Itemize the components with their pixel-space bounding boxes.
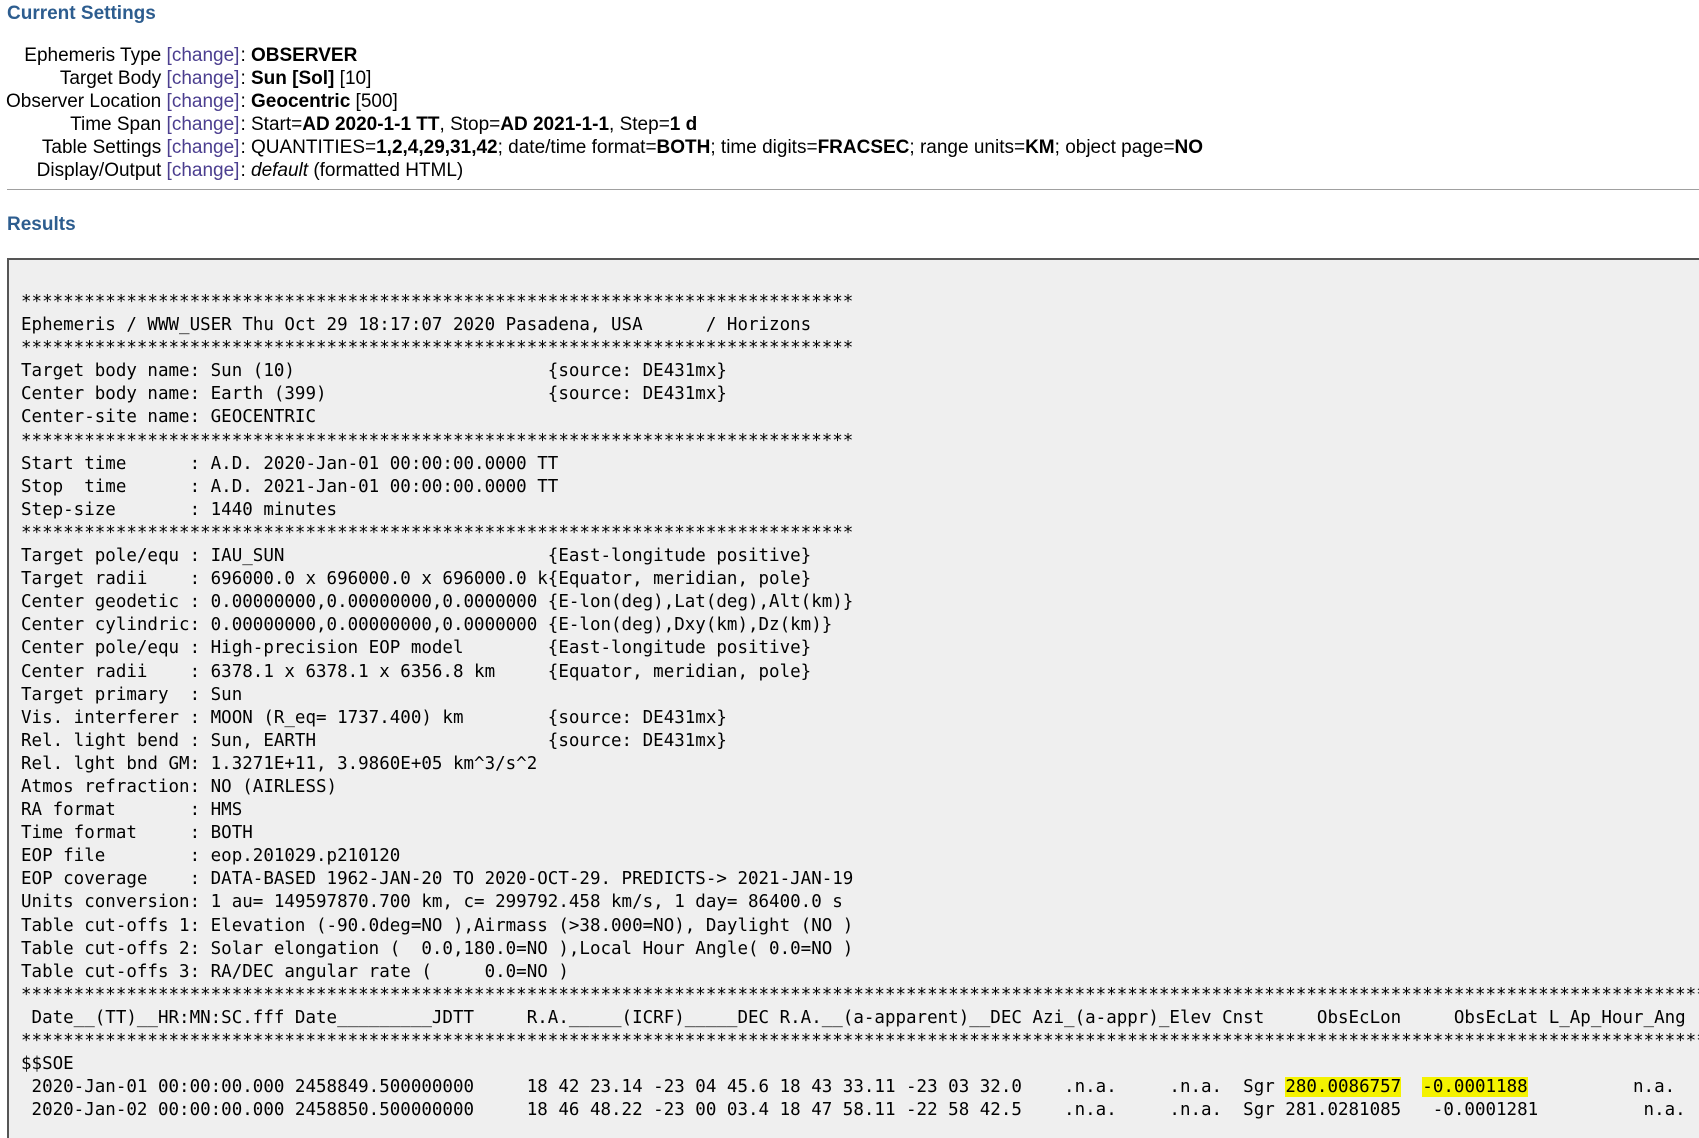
stop-prefix: , Stop= xyxy=(439,114,501,135)
setting-value: Geocentric xyxy=(251,91,351,112)
setting-label: Target Body xyxy=(59,68,162,89)
setting-label: Ephemeris Type xyxy=(24,45,162,66)
start-prefix: Start= xyxy=(251,114,303,135)
quantities-prefix: QUANTITIES= xyxy=(251,137,377,158)
digits-prefix: ; time digits= xyxy=(710,137,818,158)
setting-extra: [10] xyxy=(339,68,372,89)
range-value: KM xyxy=(1025,137,1055,158)
digits-value: FRACSEC xyxy=(817,137,910,158)
setting-ephemeris-type: Ephemeris Type [change] : OBSERVER xyxy=(24,45,358,66)
change-table-settings-link[interactable]: change xyxy=(172,137,234,158)
setting-extra: [500] xyxy=(355,91,398,112)
change-time-span-link[interactable]: change xyxy=(172,114,234,135)
setting-label: Display/Output xyxy=(36,160,162,181)
section-divider xyxy=(7,189,1699,190)
table-row: 2020-Jan-01 00:00:00.000 2458849.5000000… xyxy=(21,1077,1676,1098)
stop-value: AD 2021-1-1 xyxy=(500,114,610,135)
datetime-prefix: ; date/time format= xyxy=(497,137,657,158)
ephemeris-header-text: ****************************************… xyxy=(21,292,1699,1075)
results-output-box[interactable]: ****************************************… xyxy=(7,258,1699,1138)
step-value: 1 d xyxy=(669,114,698,135)
row-gap xyxy=(1401,1077,1422,1097)
step-prefix: , Step= xyxy=(609,114,670,135)
change-ephemeris-type-link[interactable]: change xyxy=(172,45,234,66)
row-suffix: n.a. xyxy=(1527,1077,1676,1098)
range-prefix: ; range units= xyxy=(909,137,1026,158)
setting-label: Table Settings xyxy=(41,137,162,158)
row-text: 2020-Jan-01 00:00:00.000 2458849.5000000… xyxy=(21,1077,1286,1098)
setting-display-output: Display/Output [change] : default (forma… xyxy=(36,160,464,181)
change-display-output-link[interactable]: change xyxy=(172,160,234,181)
highlighted-obs-ec-lon: 280.0086757 xyxy=(1285,1077,1402,1098)
ephemeris-output: ****************************************… xyxy=(21,291,1699,1122)
change-observer-location-link[interactable]: change xyxy=(172,91,234,112)
objpage-value: NO xyxy=(1174,137,1204,158)
highlighted-obs-ec-lat: -0.0001188 xyxy=(1422,1077,1528,1098)
setting-time-span: Time Span [change] : Start=AD 2020-1-1 T… xyxy=(70,114,698,135)
setting-value: OBSERVER xyxy=(251,45,358,66)
start-value: AD 2020-1-1 TT xyxy=(302,114,440,135)
setting-label: Observer Location xyxy=(6,91,162,112)
settings-table: Ephemeris Type [change] : OBSERVER Targe… xyxy=(4,44,1203,182)
setting-observer-location: Observer Location [change] : Geocentric … xyxy=(6,91,398,112)
setting-value: default xyxy=(251,160,309,181)
setting-value: Sun [Sol] xyxy=(251,68,335,89)
quantities-value: 1,2,4,29,31,42 xyxy=(376,137,498,158)
setting-target-body: Target Body [change] : Sun [Sol] [10] xyxy=(59,68,372,89)
results-title: Results xyxy=(7,214,76,235)
setting-label: Time Span xyxy=(70,114,162,135)
table-row: 2020-Jan-02 00:00:00.000 2458850.5000000… xyxy=(21,1100,1686,1121)
setting-extra: (formatted HTML) xyxy=(313,160,464,181)
current-settings-title: Current Settings xyxy=(7,3,156,24)
setting-table-settings: Table Settings [change] : QUANTITIES=1,2… xyxy=(41,137,1204,158)
change-target-body-link[interactable]: change xyxy=(172,68,234,89)
datetime-value: BOTH xyxy=(656,137,711,158)
objpage-prefix: ; object page= xyxy=(1054,137,1175,158)
